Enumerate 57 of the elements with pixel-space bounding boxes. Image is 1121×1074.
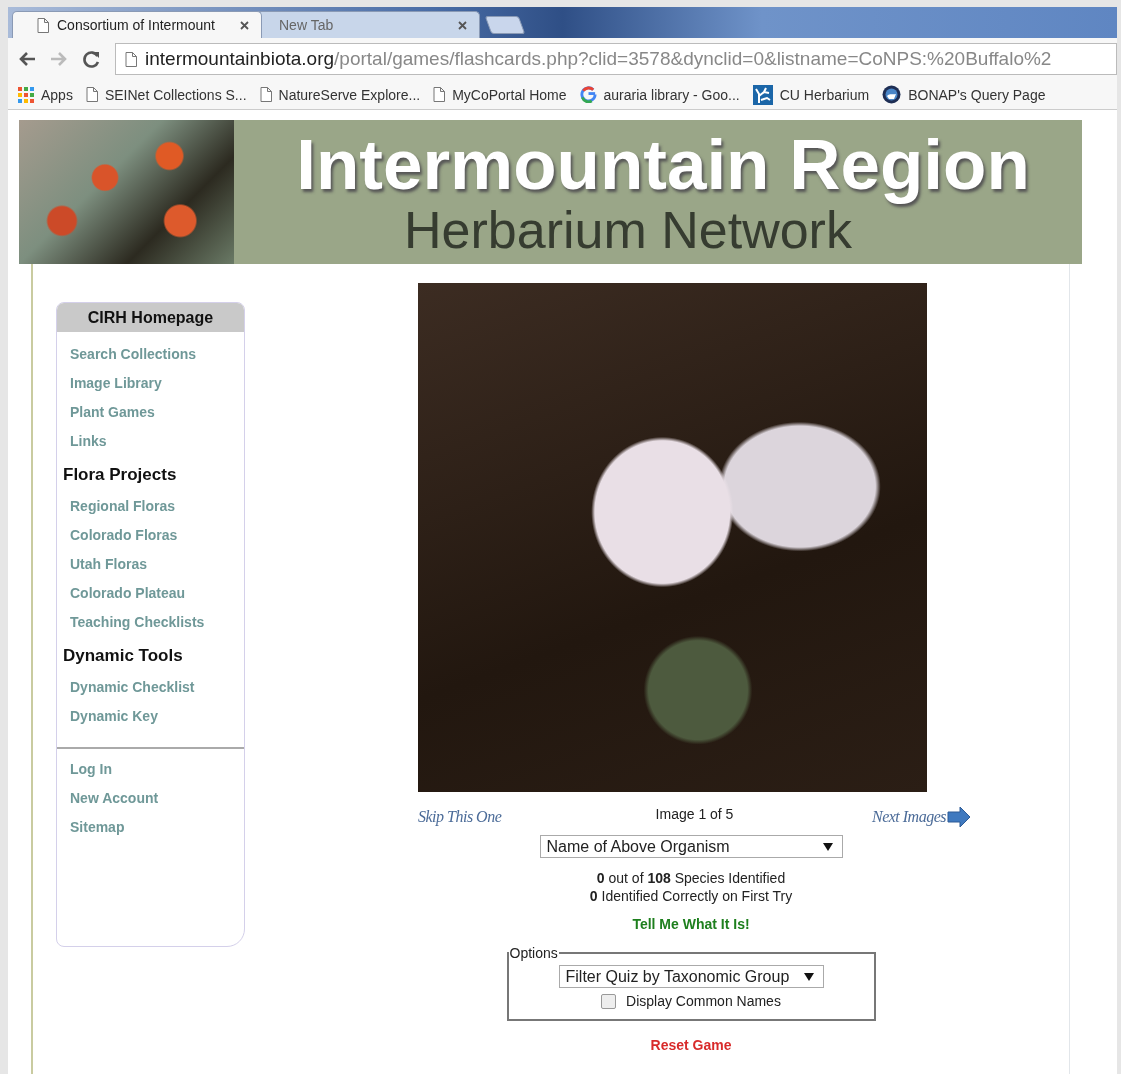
sidebar-link[interactable]: Colorado Plateau (57, 579, 186, 608)
sidebar-link[interactable]: Dynamic Key (57, 702, 158, 731)
sidebar-link[interactable]: Image Library (57, 369, 162, 398)
options-legend: Options (508, 945, 559, 961)
bookmark[interactable]: auraria library - Goo... (579, 86, 740, 103)
image-counter: Image 1 of 5 (655, 806, 734, 822)
reload-icon[interactable] (82, 49, 101, 69)
plant-logo-icon (752, 84, 773, 105)
checkbox-label: Display Common Names (626, 993, 781, 1009)
sidebar-heading: Flora Projects (62, 464, 177, 486)
sidebar-link[interactable]: Teaching Checklists (57, 608, 205, 637)
caret-icon (822, 842, 833, 851)
reset-link[interactable]: Reset Game (650, 1037, 732, 1053)
bookmark[interactable]: Apps (18, 86, 73, 103)
sidebar-link[interactable]: Regional Floras (57, 492, 176, 521)
score-text: 0 Identified Correctly on First Try (589, 887, 793, 905)
sidebar-link[interactable]: Utah Floras (57, 550, 147, 579)
sidebar-link[interactable]: Dynamic Checklist (57, 673, 195, 702)
apps-grid-icon (18, 86, 34, 103)
sidebar-link[interactable]: Search Collections (57, 340, 197, 369)
page-icon (433, 87, 446, 102)
filter-dropdown[interactable]: Filter Quiz by Taxonomic Group (558, 965, 824, 988)
bookmark[interactable]: SEINet Collections S... (85, 86, 247, 103)
next-images-link[interactable]: Next Images (871, 806, 971, 828)
sidebar-link[interactable]: Links (57, 427, 107, 456)
reveal-link[interactable]: Tell Me What It Is! (632, 916, 750, 932)
close-icon[interactable] (458, 20, 467, 30)
page-icon (85, 87, 98, 102)
arrow-right-icon (947, 806, 971, 828)
skip-link[interactable]: Skip This One (418, 808, 502, 826)
page-icon (259, 87, 272, 102)
close-icon[interactable] (240, 20, 249, 30)
address-bar[interactable]: intermountainbiota.org/portal/games/flashcards.php?clid=3578&dynclid=0&listname=CoNPS:%20Buffalo%2 (115, 43, 1117, 75)
site-subtitle: Herbarium Network (404, 202, 852, 258)
bookmark[interactable]: CU Herbarium (752, 84, 870, 105)
sidebar-link[interactable]: Sitemap (57, 813, 125, 842)
globe-icon (882, 85, 902, 104)
page-icon (125, 51, 137, 67)
browser-tab[interactable]: Consortium of Intermount (12, 11, 262, 38)
new-tab-button[interactable] (484, 16, 526, 34)
bookmark[interactable]: MyCoPortal Home (433, 86, 567, 103)
google-icon (579, 86, 597, 103)
answer-dropdown[interactable]: Name of Above Organism (539, 835, 843, 858)
page-icon (37, 17, 49, 33)
bookmark[interactable]: BONAP's Query Page (882, 85, 1046, 104)
checkbox[interactable] (601, 993, 617, 1009)
caret-icon (803, 972, 814, 981)
sidebar-header: CIRH Homepage (57, 303, 244, 332)
sidebar-heading: Dynamic Tools (62, 645, 183, 667)
bookmark[interactable]: NatureServe Explore... (259, 86, 421, 103)
back-icon[interactable] (18, 51, 36, 67)
sidebar-link[interactable]: Plant Games (57, 398, 155, 427)
sidebar-link[interactable]: New Account (57, 784, 159, 813)
site-title: Intermountain Region (296, 128, 1030, 202)
score-text: 0 out of 108 Species Identified (595, 869, 787, 887)
sidebar-link[interactable]: Colorado Floras (57, 521, 178, 550)
sidebar-link[interactable]: Log In (57, 755, 112, 784)
